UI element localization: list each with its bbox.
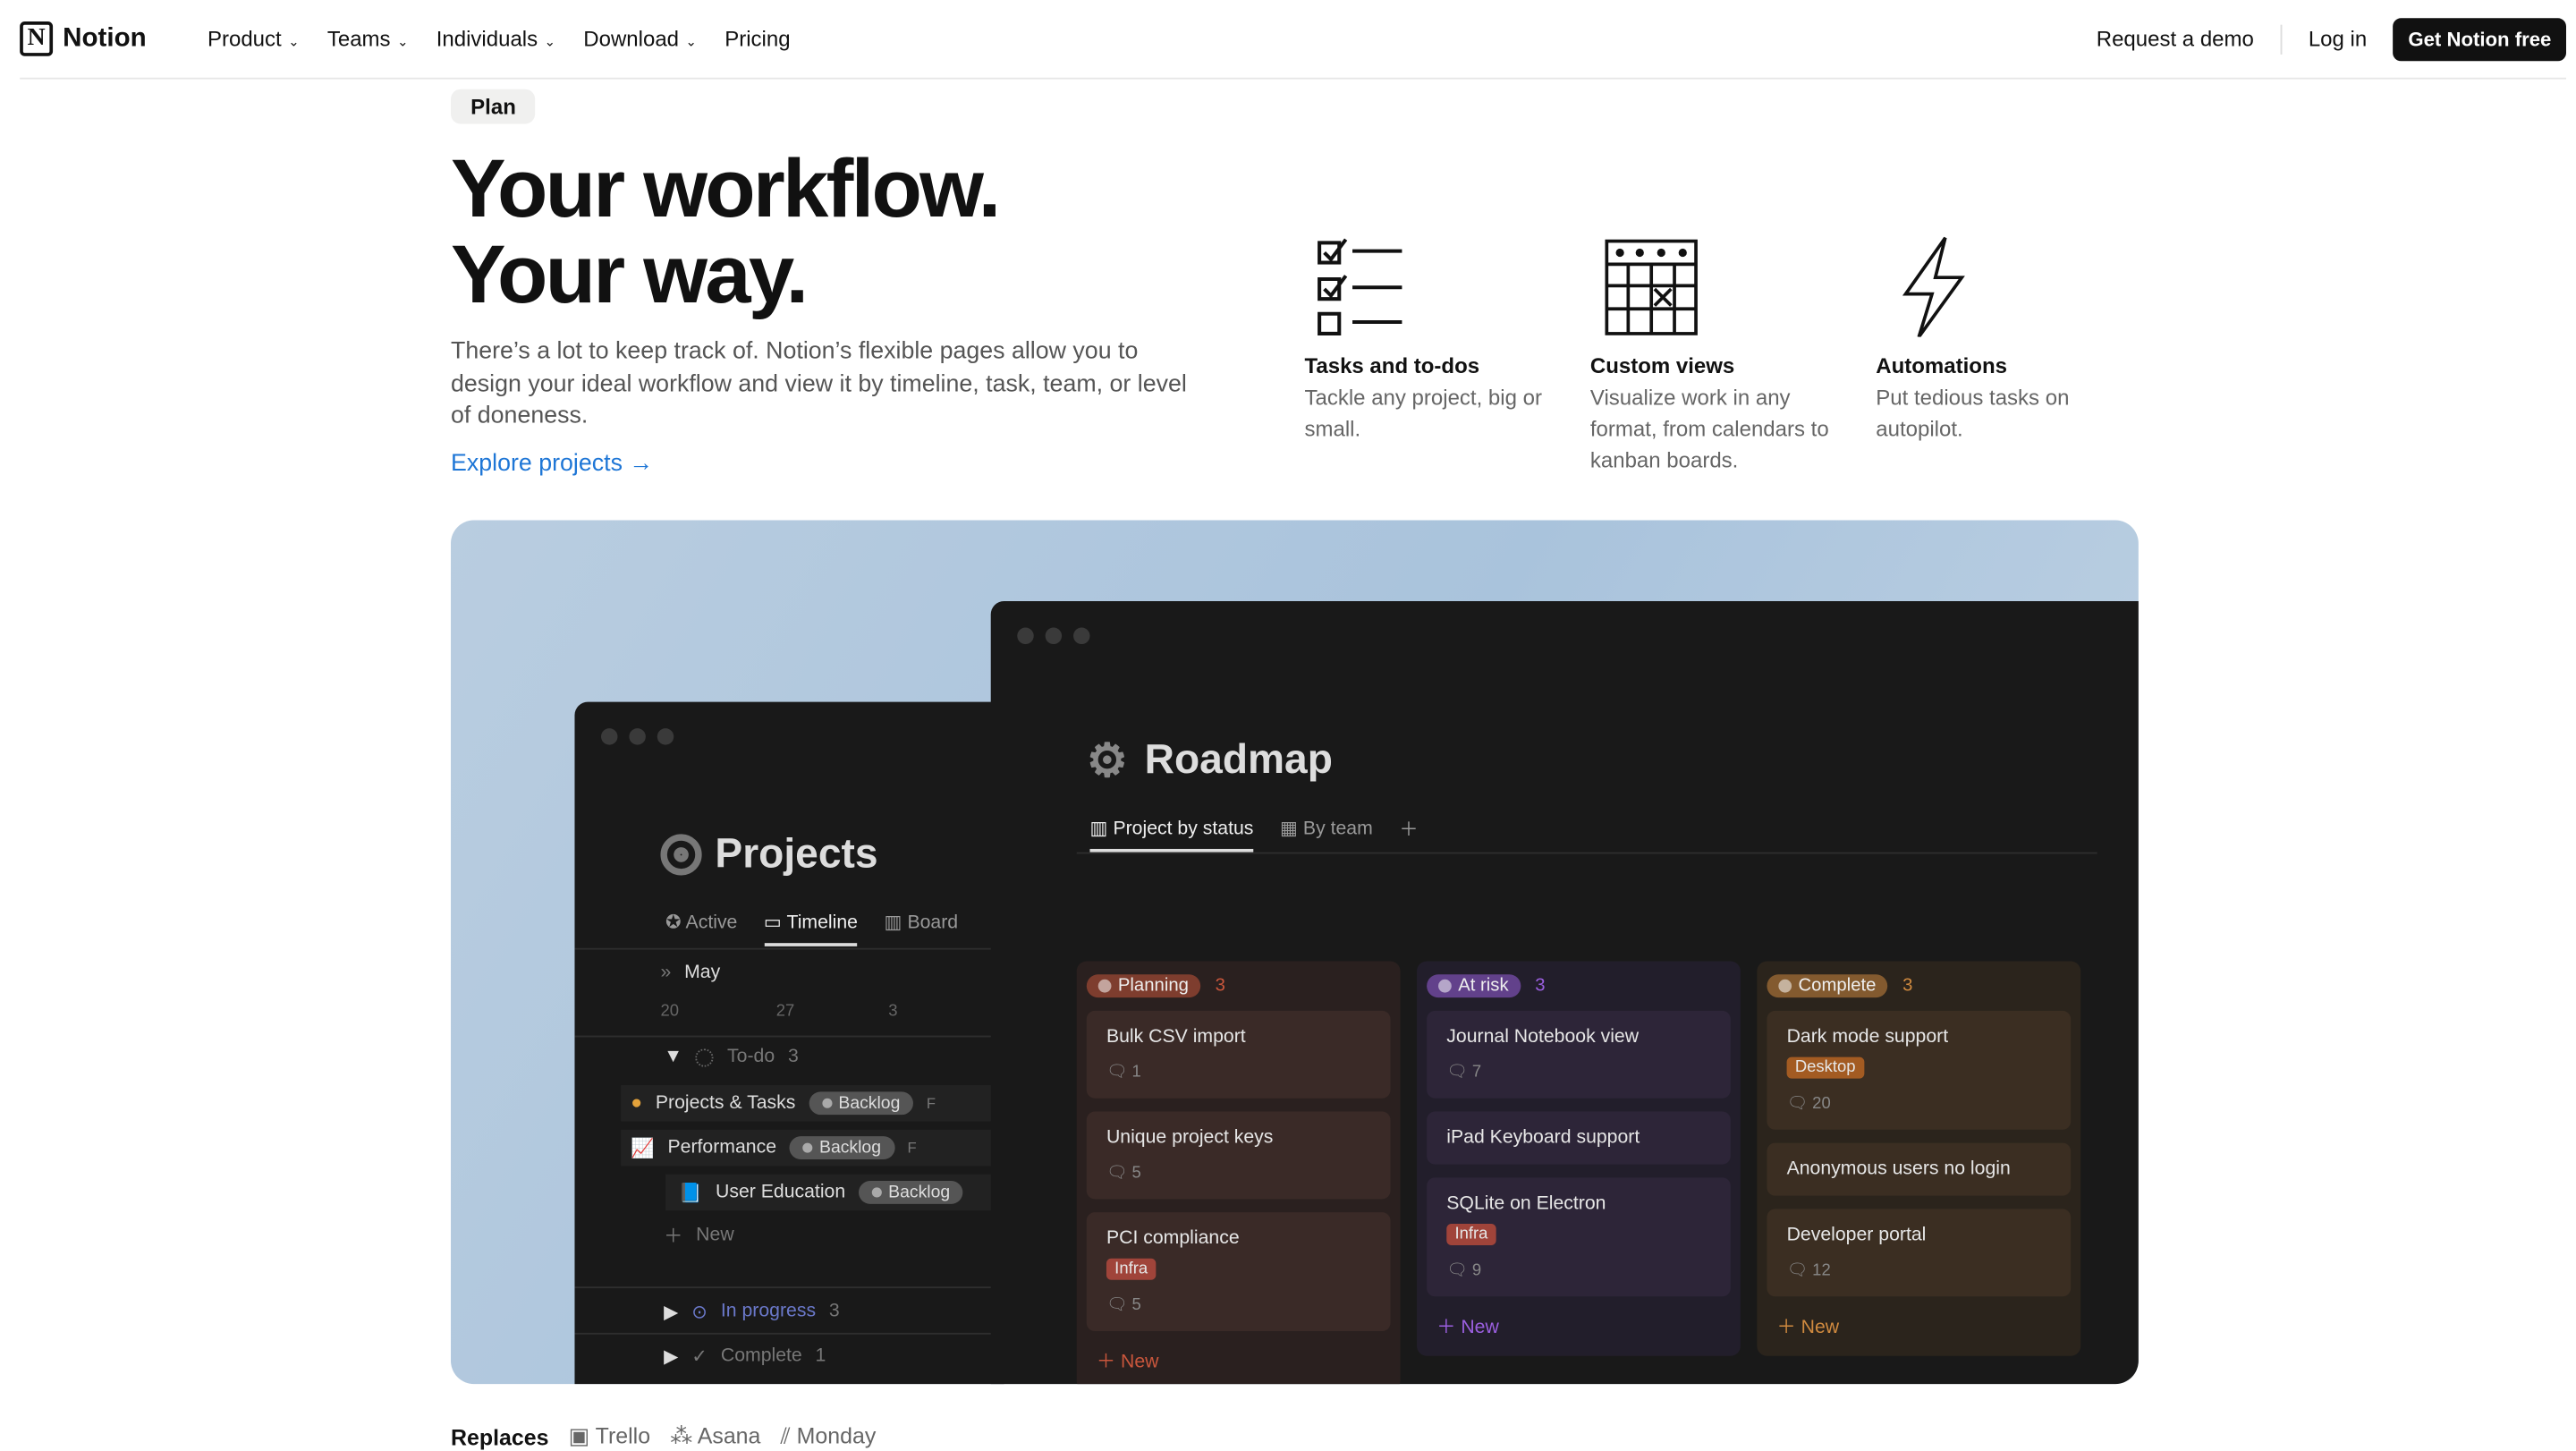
board-card[interactable]: PCI compliance Infra 🗨 5 xyxy=(1086,1212,1391,1332)
gear-icon: ⚙ xyxy=(1086,734,1129,786)
monday-logo: ⫽ Monday xyxy=(780,1423,877,1449)
hero-description: There’s a lot to keep track of. Notion’s… xyxy=(451,338,1187,430)
board-card[interactable]: iPad Keyboard support xyxy=(1427,1111,1731,1165)
nav-download[interactable]: Download ⌄ xyxy=(583,27,697,52)
product-preview: Projects ✪ Active ▭ Timeline ▥ Board » Ma… xyxy=(451,520,2139,1385)
replaces-row: Replaces ▣ Trello ⁂ Asana ⫽ Monday xyxy=(451,1423,877,1450)
board-card[interactable]: Journal Notebook view 🗨 7 xyxy=(1427,1010,1731,1099)
count: 3 xyxy=(1535,976,1546,997)
trello-logo: ▣ Trello xyxy=(568,1423,651,1449)
board-card[interactable]: SQLite on Electron Infra 🗨 9 xyxy=(1427,1177,1731,1297)
count: 3 xyxy=(1215,976,1225,997)
request-demo-link[interactable]: Request a demo xyxy=(2097,27,2254,52)
board-card[interactable]: Anonymous users no login xyxy=(1767,1142,2072,1196)
target-icon xyxy=(660,834,702,876)
roadmap-window: ⚙ Roadmap ▥ Project by status ▦ By team ＋… xyxy=(990,601,2139,1385)
tag: Desktop xyxy=(1786,1056,1864,1079)
list-item[interactable]: 📘 User Education Backlog xyxy=(665,1174,1013,1211)
collapse-icon[interactable]: ▼ xyxy=(664,1047,682,1066)
card-title: Anonymous users no login xyxy=(1786,1159,2011,1180)
projects-window: Projects ✪ Active ▭ Timeline ▥ Board » Ma… xyxy=(574,701,1018,1385)
count: 3 xyxy=(1902,976,1913,997)
feature-views: Custom views Visualize work in any format… xyxy=(1590,234,1838,476)
login-link[interactable]: Log in xyxy=(2309,27,2367,52)
nav-teams[interactable]: Teams ⌄ xyxy=(327,27,408,52)
comment-count: 🗨 9 xyxy=(1446,1261,1482,1280)
comment-count: 🗨 5 xyxy=(1106,1296,1141,1315)
explore-projects-link[interactable]: Explore projects → xyxy=(451,451,653,478)
check-circle-icon: ● xyxy=(631,1093,643,1114)
tab-board[interactable]: ▥ Board xyxy=(884,910,958,946)
tab-active[interactable]: ✪ Active xyxy=(665,910,737,946)
comment-count: 🗨 1 xyxy=(1106,1063,1141,1082)
status-badge[interactable]: Complete xyxy=(1767,974,1888,998)
card-title: Developer portal xyxy=(1786,1225,1927,1246)
card-title: Journal Notebook view xyxy=(1446,1027,1640,1048)
status-badge[interactable]: At risk xyxy=(1427,974,1521,998)
group-complete[interactable]: ▶ ✓ Complete 1 xyxy=(664,1345,826,1368)
window-controls xyxy=(601,728,674,745)
top-nav: N Notion Product ⌄ Teams ⌄ Individuals ⌄ Dow… xyxy=(20,0,2566,80)
card-title: Bulk CSV import xyxy=(1106,1027,1246,1048)
feature-automations: Automations Put tedious tasks on autopilo… xyxy=(1876,234,2123,444)
add-view-button[interactable]: ＋ xyxy=(1399,816,1418,853)
calendar-icon xyxy=(1605,239,1698,335)
card-title: iPad Keyboard support xyxy=(1446,1127,1640,1149)
new-card-button[interactable]: ＋ New xyxy=(1436,1313,1721,1340)
nav-product[interactable]: Product ⌄ xyxy=(208,27,299,52)
tab-project-by-status[interactable]: ▥ Project by status xyxy=(1089,816,1254,853)
get-notion-free-button[interactable]: Get Notion free xyxy=(2393,17,2566,61)
notion-logo-icon: N xyxy=(20,21,54,56)
chart-emoji-icon: 📈 xyxy=(631,1139,655,1160)
tag: Infra xyxy=(1446,1224,1496,1246)
comment-count: 🗨 5 xyxy=(1106,1164,1141,1183)
board-column-planning: Planning 3 Bulk CSV import 🗨 1 Unique proje… xyxy=(1076,961,1401,1385)
page-title: Your workflow. Your way. xyxy=(451,141,1001,321)
book-emoji-icon: 📘 xyxy=(678,1184,703,1204)
group-in-progress[interactable]: ▶ ⊙ In progress 3 xyxy=(664,1300,840,1323)
new-card-button[interactable]: ＋ New xyxy=(1097,1347,1381,1374)
projects-title: Projects xyxy=(715,830,878,878)
window-controls xyxy=(1017,627,1090,645)
asana-logo: ⁂ Asana xyxy=(670,1423,761,1449)
board-card[interactable]: Unique project keys 🗨 5 xyxy=(1086,1111,1391,1200)
lightning-icon xyxy=(1902,236,1965,337)
tag: Infra xyxy=(1106,1258,1157,1280)
card-title: SQLite on Electron xyxy=(1446,1193,1606,1214)
notion-logo[interactable]: N Notion xyxy=(20,21,147,56)
card-title: PCI compliance xyxy=(1106,1228,1240,1249)
comment-count: 🗨 20 xyxy=(1786,1095,1831,1114)
roadmap-title: Roadmap xyxy=(1144,736,1333,784)
new-item-button[interactable]: ＋ New xyxy=(664,1222,733,1249)
board-card[interactable]: Dark mode support Desktop 🗨 20 xyxy=(1767,1010,2072,1130)
plan-badge: Plan xyxy=(451,89,537,124)
board-column-at-risk: At risk 3 Journal Notebook view 🗨 7 iPad Ke… xyxy=(1417,961,1741,1356)
card-title: Dark mode support xyxy=(1786,1027,1949,1048)
tab-by-team[interactable]: ▦ By team xyxy=(1280,816,1373,853)
comment-count: 🗨 12 xyxy=(1786,1261,1831,1280)
nav-pricing[interactable]: Pricing xyxy=(724,27,790,52)
feature-tasks: Tasks and to-dos Tackle any project, big … xyxy=(1304,234,1552,444)
list-item[interactable]: ● Projects & Tasks Backlog F xyxy=(621,1084,1018,1122)
status-badge[interactable]: Planning xyxy=(1086,974,1200,998)
expand-icon[interactable]: » xyxy=(660,963,671,982)
checklist-icon xyxy=(1318,238,1402,335)
new-card-button[interactable]: ＋ New xyxy=(1777,1313,2062,1340)
list-item[interactable]: 📈 Performance Backlog F xyxy=(621,1129,1018,1167)
comment-count: 🗨 7 xyxy=(1446,1063,1482,1082)
divider xyxy=(2280,23,2283,55)
nav-individuals[interactable]: Individuals ⌄ xyxy=(436,27,555,52)
board-column-complete: Complete 3 Dark mode support Desktop 🗨 20 An… xyxy=(1757,961,2081,1356)
tab-timeline[interactable]: ▭ Timeline xyxy=(763,910,858,946)
board-card[interactable]: Developer portal 🗨 12 xyxy=(1767,1209,2072,1297)
card-title: Unique project keys xyxy=(1106,1127,1274,1149)
board-card[interactable]: Bulk CSV import 🗨 1 xyxy=(1086,1010,1391,1099)
